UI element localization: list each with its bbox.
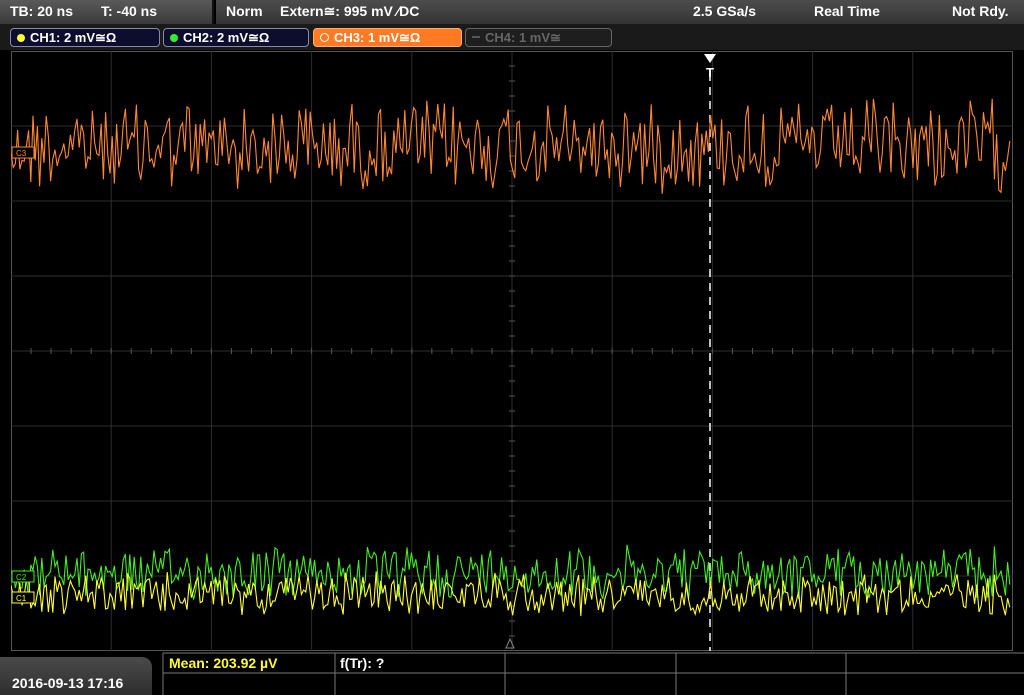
measurement-bar (0, 652, 1024, 695)
measurement-grid (162, 652, 1024, 695)
ch2-indicator-icon (170, 34, 178, 42)
ch3-marker-label: C3 (16, 149, 27, 158)
channel-tab-ch2[interactable]: CH2: 2 mV≅Ω (163, 28, 309, 47)
trigger-label: T (706, 65, 714, 80)
trigger-arrow-icon (704, 54, 716, 63)
trigger-source: Extern≅: 995 mV ∕DC (280, 3, 420, 19)
mean-measurement[interactable]: Mean: 203.92 µV (169, 655, 277, 671)
trigger-time-label: T: -40 ns (101, 3, 158, 19)
trigger-marker[interactable]: T (704, 54, 716, 651)
trigger-panel[interactable]: Norm Extern≅: 995 mV ∕DC 2.5 GSa/s Real … (216, 0, 1024, 24)
channel-tab-ch3[interactable]: CH3: 1 mV≅Ω (313, 28, 462, 47)
channel-bar: CH1: 2 mV≅Ω CH2: 2 mV≅Ω CH3: 1 mV≅Ω CH4:… (0, 24, 1024, 50)
ch4-label: CH4: 1 mV≅ (485, 30, 561, 45)
ch2-label: CH2: 2 mV≅Ω (183, 30, 270, 45)
timebase-label: TB: 20 ns (10, 3, 74, 19)
waveform-display[interactable]: T C3 C2 C1 (11, 51, 1013, 651)
ch3-label: CH3: 1 mV≅Ω (334, 30, 421, 45)
ch1-indicator-icon (17, 34, 25, 42)
ch1-offset-marker[interactable]: C1 (11, 591, 35, 604)
acquisition-mode: Real Time (814, 3, 880, 19)
frequency-measurement[interactable]: f(Tr): ? (340, 655, 384, 671)
position-marker-icon (505, 637, 515, 649)
ch3-offset-marker[interactable]: C3 (11, 146, 35, 159)
ch1-label: CH1: 2 mV≅Ω (30, 30, 117, 45)
acquisition-status: Not Rdy. (952, 3, 1009, 19)
status-bar: TB: 20 ns T: -40 ns Norm Extern≅: 995 mV… (0, 0, 1024, 24)
datetime-label: 2016-09-13 17:16 (12, 675, 124, 691)
ch1-trace (11, 571, 1011, 617)
trigger-mode: Norm (226, 3, 263, 19)
sample-rate: 2.5 GSa/s (693, 3, 757, 19)
ch4-indicator-icon (472, 36, 480, 38)
ch2-marker-label: C2 (16, 573, 27, 582)
ch2-offset-marker[interactable]: C2 (11, 570, 35, 583)
channel-tab-ch1[interactable]: CH1: 2 mV≅Ω (10, 28, 160, 47)
timebase-panel[interactable]: TB: 20 ns T: -40 ns (0, 0, 214, 24)
ch3-trace (11, 98, 1011, 194)
ch1-marker-label: C1 (16, 594, 27, 603)
channel-tab-ch4[interactable]: CH4: 1 mV≅ (465, 28, 612, 47)
ch3-indicator-icon (320, 33, 329, 42)
